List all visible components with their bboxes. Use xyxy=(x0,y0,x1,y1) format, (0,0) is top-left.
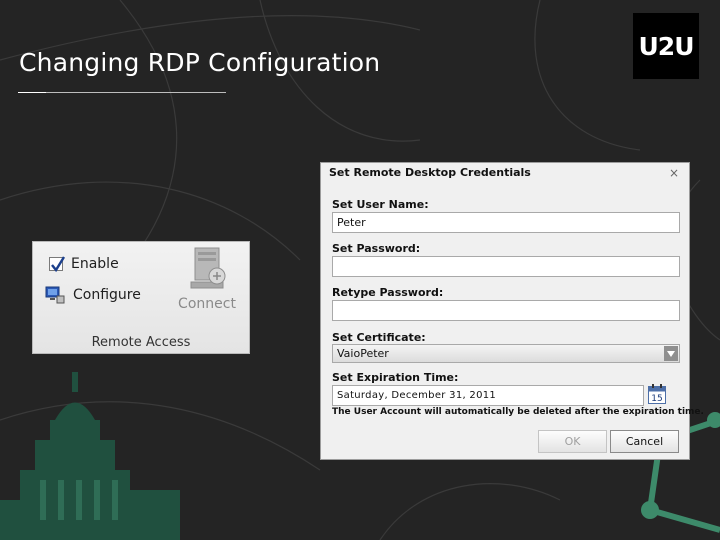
svg-text:15: 15 xyxy=(651,394,662,404)
close-icon[interactable]: × xyxy=(669,166,679,180)
connect-button[interactable]: Connect xyxy=(176,246,238,312)
certificate-value: VaioPeter xyxy=(337,347,389,360)
enable-toggle[interactable]: Enable xyxy=(49,256,119,273)
chevron-down-icon[interactable] xyxy=(664,346,678,361)
username-label: Set User Name: xyxy=(332,198,429,211)
ok-button[interactable]: OK xyxy=(538,430,607,453)
configure-icon xyxy=(45,286,65,304)
connect-label: Connect xyxy=(178,296,236,312)
configure-label: Configure xyxy=(73,287,141,303)
title-underline-accent xyxy=(18,92,46,93)
configure-button[interactable]: Configure xyxy=(45,286,141,304)
slide-title: Changing RDP Configuration xyxy=(19,48,381,77)
retype-password-field[interactable] xyxy=(332,300,680,321)
connect-computer-icon xyxy=(190,247,226,289)
expiration-date-field[interactable]: Saturday, December 31, 2011 xyxy=(332,385,644,406)
password-label: Set Password: xyxy=(332,242,421,255)
ribbon-group-label: Remote Access xyxy=(91,335,191,350)
retype-password-label: Retype Password: xyxy=(332,286,444,299)
enable-label: Enable xyxy=(71,256,119,272)
dialog-title: Set Remote Desktop Credentials xyxy=(329,166,531,179)
u2u-logo: U2U xyxy=(633,13,699,79)
calendar-icon[interactable]: 15 xyxy=(648,384,666,404)
checkbox-icon[interactable] xyxy=(49,256,66,273)
password-field[interactable] xyxy=(332,256,680,277)
title-underline xyxy=(18,92,226,93)
cancel-button[interactable]: Cancel xyxy=(610,430,679,453)
building-silhouette xyxy=(0,372,180,540)
certificate-select[interactable]: VaioPeter xyxy=(332,344,680,363)
remote-access-ribbon-group: Enable Configure Connect Remote Access xyxy=(32,241,250,354)
set-credentials-dialog: Set Remote Desktop Credentials × Set Use… xyxy=(320,162,704,460)
expiration-hint: The User Account will automatically be d… xyxy=(332,407,704,417)
username-field[interactable]: Peter xyxy=(332,212,680,233)
expiration-label: Set Expiration Time: xyxy=(332,371,459,384)
certificate-label: Set Certificate: xyxy=(332,331,426,344)
